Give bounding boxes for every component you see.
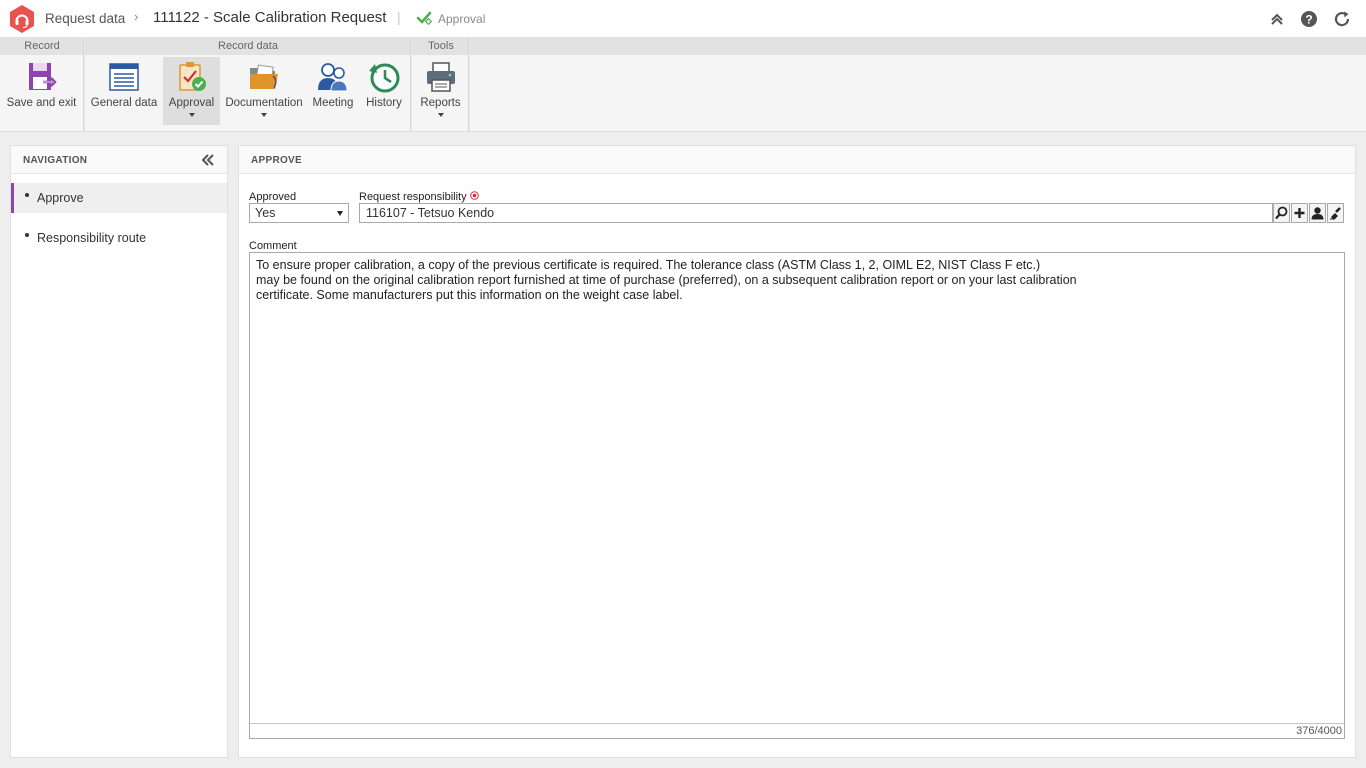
- group-divider: [468, 37, 470, 132]
- collapse-left-icon[interactable]: [201, 153, 215, 167]
- nav-item-approve[interactable]: Approve: [11, 183, 227, 213]
- module-breadcrumb[interactable]: Request data: [45, 11, 125, 26]
- general-data-label: General data: [90, 97, 158, 109]
- approval-check-icon: [416, 11, 432, 26]
- comment-textarea[interactable]: To ensure proper calibration, a copy of …: [249, 252, 1345, 739]
- navigation-panel: NAVIGATION Approve Responsibility route: [10, 145, 228, 758]
- group-label-record-data: Record data: [218, 40, 278, 52]
- bullet-icon: [25, 193, 29, 197]
- request-responsibility-value: 116107 - Tetsuo Kendo: [366, 206, 495, 220]
- comment-label: Comment: [249, 240, 297, 252]
- comment-footer: 376/4000: [249, 723, 1345, 739]
- plus-icon: [1294, 208, 1305, 218]
- eraser-icon: [1330, 207, 1341, 220]
- approval-clipboard-icon: [178, 62, 206, 91]
- clear-button[interactable]: [1327, 203, 1344, 223]
- save-exit-icon: [28, 63, 57, 90]
- dropdown-arrow-icon: [337, 211, 343, 216]
- panel-title: APPROVE: [251, 155, 303, 166]
- approved-select[interactable]: Yes: [249, 203, 349, 223]
- help-icon[interactable]: ?: [1300, 10, 1318, 28]
- search-button[interactable]: [1273, 203, 1290, 223]
- group-divider: [83, 37, 85, 132]
- character-counter: 376/4000: [1296, 725, 1342, 737]
- approve-panel: APPROVE Approved Yes Request responsibil…: [238, 145, 1356, 758]
- documentation-button[interactable]: Documentation: [224, 57, 304, 125]
- reports-button[interactable]: Reports: [417, 57, 464, 125]
- svg-text:?: ?: [1305, 13, 1312, 27]
- documentation-label: Documentation: [225, 97, 303, 109]
- printer-icon: [426, 62, 455, 92]
- caret-down-icon: [188, 113, 195, 117]
- history-button[interactable]: History: [362, 57, 406, 125]
- nav-item-label: Approve: [37, 191, 84, 205]
- title-divider: |: [397, 9, 401, 25]
- add-button[interactable]: [1291, 203, 1308, 223]
- navigation-title: NAVIGATION: [23, 155, 88, 166]
- title-bar: Request data › 111122 - Scale Calibratio…: [0, 0, 1366, 37]
- caret-down-icon: [261, 113, 267, 117]
- user-icon: [1311, 207, 1324, 220]
- group-label-record: Record: [24, 40, 60, 52]
- meeting-button[interactable]: Meeting: [309, 57, 357, 125]
- history-clock-icon: [369, 63, 400, 93]
- workflow-step-label: Approval: [438, 12, 486, 26]
- ribbon-toolbar: Record Record data Tools Save and exit G…: [0, 37, 1366, 132]
- meeting-label: Meeting: [312, 97, 354, 109]
- group-label-tools: Tools: [428, 40, 454, 52]
- nav-item-responsibility-route[interactable]: Responsibility route: [11, 223, 227, 253]
- meeting-people-icon: [318, 63, 348, 92]
- navigation-header: NAVIGATION: [11, 146, 227, 174]
- comment-text: To ensure proper calibration, a copy of …: [256, 258, 1077, 302]
- user-details-button[interactable]: [1309, 203, 1326, 223]
- page-title: 111122 - Scale Calibration Request: [153, 9, 387, 26]
- search-icon: [1275, 206, 1288, 220]
- chevron-right-icon: ›: [134, 9, 139, 24]
- save-and-exit-label: Save and exit: [6, 97, 77, 109]
- caret-down-icon: [437, 113, 444, 117]
- general-data-button[interactable]: General data: [89, 57, 159, 125]
- history-label: History: [366, 97, 402, 109]
- approval-button[interactable]: Approval: [163, 57, 220, 125]
- required-icon: [469, 191, 479, 200]
- collapse-up-icon[interactable]: [1268, 10, 1286, 28]
- refresh-icon[interactable]: [1333, 10, 1351, 28]
- approved-value: Yes: [255, 206, 276, 220]
- form-window-icon: [109, 63, 139, 91]
- approval-label: Approval: [168, 97, 215, 109]
- reports-label: Reports: [420, 97, 461, 109]
- approved-label: Approved: [249, 191, 297, 203]
- logo-icon: [10, 5, 34, 33]
- bullet-icon: [25, 233, 29, 237]
- request-responsibility-field[interactable]: 116107 - Tetsuo Kendo: [359, 203, 1273, 223]
- group-divider: [410, 37, 412, 132]
- request-responsibility-label-wrap: Request responsibility: [359, 191, 479, 203]
- folder-documents-icon: [250, 64, 278, 89]
- save-and-exit-button[interactable]: Save and exit: [4, 57, 79, 125]
- nav-item-label: Responsibility route: [37, 231, 147, 245]
- request-responsibility-label: Request responsibility: [359, 191, 467, 203]
- approve-header: APPROVE: [239, 146, 1355, 174]
